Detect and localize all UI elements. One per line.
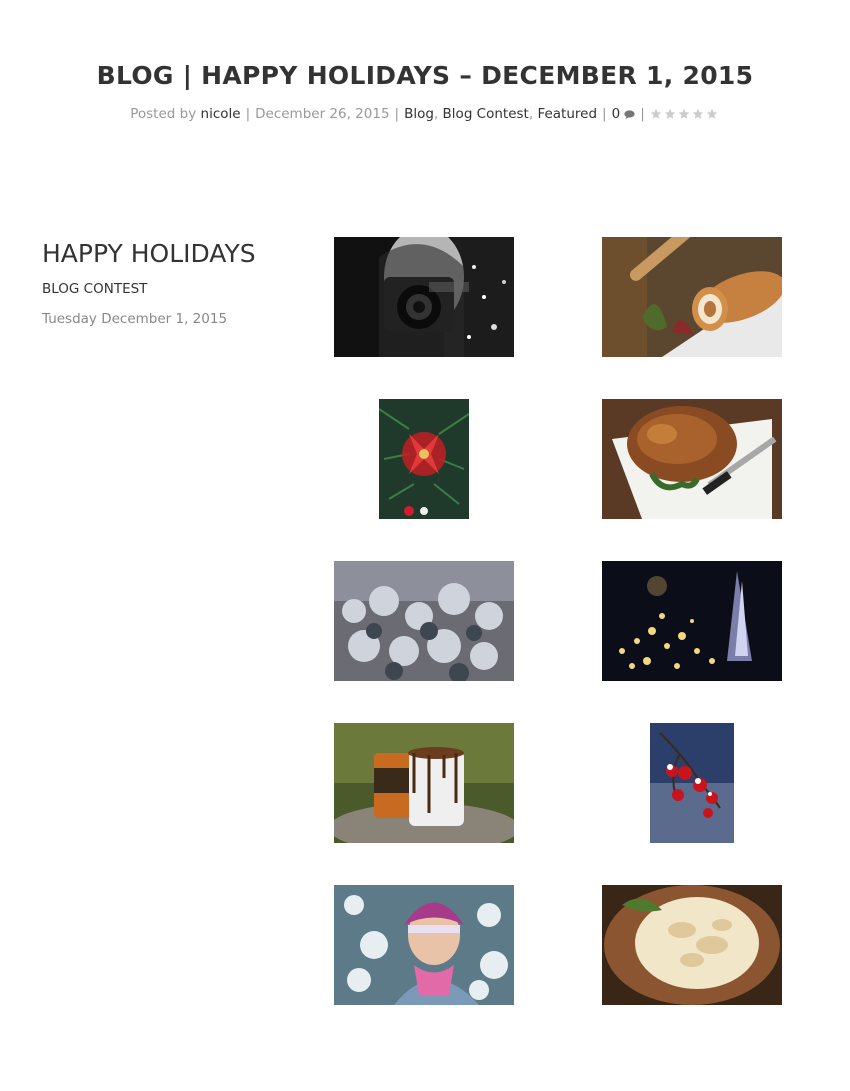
evening-lights-photo[interactable] (602, 561, 782, 681)
meta-separator: | (640, 106, 645, 122)
red-berries-photo[interactable] (650, 723, 734, 843)
pumpkin-roll-photo[interactable] (602, 237, 782, 357)
sidebar-category: BLOG CONTEST (42, 281, 148, 297)
star-rating (650, 105, 720, 127)
author-link[interactable]: nicole (201, 106, 241, 122)
post-meta: Posted by nicole | December 26, 2015 | Blog,… (0, 103, 850, 127)
post-title: BLOG | HAPPY HOLIDAYS – DECEMBER 1, 2015 (96, 61, 754, 90)
meringue-pie-photo[interactable] (602, 885, 782, 1005)
sidebar-heading: HAPPY HOLIDAYS (42, 239, 256, 268)
comment-count: 0 (611, 106, 621, 122)
roast-chicken-photo[interactable] (602, 399, 782, 519)
category-separator: , (433, 106, 439, 122)
christmas-ornament-photo[interactable] (379, 399, 469, 519)
star-icon (692, 108, 704, 119)
comments-link[interactable]: 0 (612, 106, 636, 122)
post-date: December 26, 2015 (255, 106, 390, 122)
meta-separator: | (602, 106, 607, 122)
category-link-blog[interactable]: Blog (404, 106, 434, 122)
star-icon (664, 108, 676, 119)
star-icon (650, 108, 662, 119)
frosted-branches-photo[interactable] (334, 561, 514, 681)
meta-separator: | (394, 106, 400, 122)
sidebar-date: Tuesday December 1, 2015 (42, 311, 228, 327)
winter-girl-photo[interactable] (334, 885, 514, 1005)
camera-portrait-bw-photo[interactable] (334, 237, 514, 357)
category-link-featured[interactable]: Featured (537, 106, 597, 122)
speech-bubble-icon (624, 110, 635, 119)
hot-chocolate-photo[interactable] (334, 723, 514, 843)
posted-by-label: Posted by (130, 106, 197, 122)
category-separator: , (528, 106, 534, 122)
star-icon (678, 108, 690, 119)
meta-separator: | (245, 106, 251, 122)
category-link-blog-contest[interactable]: Blog Contest (443, 106, 529, 122)
star-icon (706, 108, 718, 119)
